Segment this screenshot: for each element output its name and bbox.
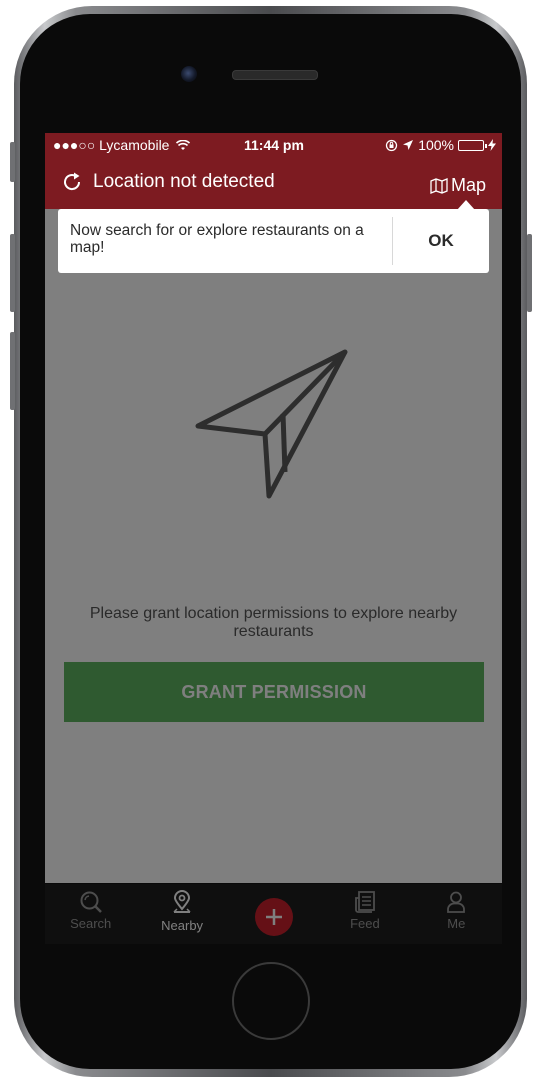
map-button[interactable]: Map: [430, 175, 486, 196]
mute-switch: [10, 142, 15, 182]
header-title: Location not detected: [93, 171, 275, 192]
app-screen: ●●●○○ Lycamobile 11:44 pm 100% Location …: [45, 133, 502, 944]
earpiece-speaker: [232, 70, 318, 80]
location-arrow-icon: [403, 140, 414, 150]
battery-icon: [458, 139, 487, 151]
tooltip-ok-button[interactable]: OK: [393, 209, 489, 273]
volume-down-button: [10, 332, 15, 410]
location-status[interactable]: Location not detected: [61, 171, 275, 193]
volume-up-button: [10, 234, 15, 312]
battery-percent: 100%: [418, 137, 454, 153]
map-tooltip: Now search for or explore restaurants on…: [58, 200, 489, 273]
carrier-signal: ●●●○○ Lycamobile: [53, 137, 191, 153]
home-button[interactable]: [232, 962, 310, 1040]
orientation-lock-icon: [386, 139, 398, 151]
status-time: 11:44 pm: [244, 137, 304, 153]
wifi-icon: [176, 139, 191, 150]
map-label: Map: [450, 175, 486, 195]
power-button: [527, 234, 532, 312]
front-camera: [181, 66, 197, 82]
status-right: 100%: [385, 137, 496, 153]
status-bar: ●●●○○ Lycamobile 11:44 pm 100%: [45, 133, 502, 157]
charging-icon: [488, 139, 496, 151]
refresh-icon[interactable]: [61, 171, 83, 193]
tooltip-message: Now search for or explore restaurants on…: [70, 222, 364, 256]
app-header: Location not detected Map: [45, 157, 502, 209]
dim-overlay[interactable]: [45, 209, 502, 944]
map-icon: [430, 177, 448, 194]
